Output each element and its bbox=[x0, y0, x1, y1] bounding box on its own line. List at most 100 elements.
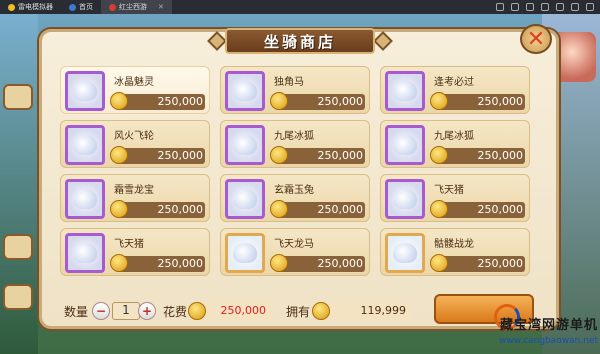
mount-image bbox=[233, 135, 257, 155]
mount-thumbnail bbox=[385, 179, 425, 219]
mount-price: 250,000 bbox=[317, 257, 364, 270]
coin-icon bbox=[270, 146, 288, 164]
coin-icon bbox=[430, 200, 448, 218]
dialog-title-bar: 坐骑商店 bbox=[225, 28, 375, 54]
gift-icon[interactable] bbox=[526, 3, 534, 11]
owned-label: 拥有 bbox=[286, 305, 311, 319]
window-close-icon[interactable] bbox=[586, 3, 594, 11]
mount-card[interactable]: 霜雪龙宝 250,000 bbox=[60, 174, 210, 222]
mount-price: 250,000 bbox=[157, 95, 204, 108]
mount-name: 独角马 bbox=[274, 77, 304, 88]
keyboard-icon[interactable] bbox=[511, 3, 519, 11]
mount-card[interactable]: 骷髅战龙 250,000 bbox=[380, 228, 530, 276]
mount-name: 风火飞轮 bbox=[114, 131, 154, 142]
coin-icon bbox=[430, 146, 448, 164]
mount-card[interactable]: 独角马 250,000 bbox=[220, 66, 370, 114]
cost-label: 花费 bbox=[163, 305, 188, 319]
mount-card[interactable]: 风火飞轮 250,000 bbox=[60, 120, 210, 168]
watermark-url: www.cangbaowan.net bbox=[499, 336, 598, 346]
mount-name: 九尾冰狐 bbox=[434, 131, 474, 142]
left-hud-button[interactable] bbox=[3, 234, 33, 260]
emulator-logo-icon bbox=[8, 3, 15, 11]
tab-home-label: 首页 bbox=[79, 3, 93, 11]
mount-price: 250,000 bbox=[317, 203, 364, 216]
mount-card[interactable]: 飞天猪 250,000 bbox=[380, 174, 530, 222]
mount-name: 骷髅战龙 bbox=[434, 239, 474, 250]
mount-thumbnail bbox=[65, 125, 105, 165]
coin-icon bbox=[110, 92, 128, 110]
coin-icon bbox=[110, 146, 128, 164]
mount-card[interactable]: 冰晶魅灵 250,000 bbox=[60, 66, 210, 114]
emulator-app-tab[interactable]: 雷电模拟器 bbox=[0, 0, 61, 14]
quantity-plus-button[interactable]: + bbox=[138, 302, 156, 320]
mount-card[interactable]: 九尾冰狐 250,000 bbox=[220, 120, 370, 168]
mount-thumbnail bbox=[65, 233, 105, 273]
watermark-text: 藏宝湾网游单机 bbox=[499, 318, 598, 333]
mount-image bbox=[73, 135, 97, 155]
mount-card[interactable]: 飞天龙马 250,000 bbox=[220, 228, 370, 276]
mount-image bbox=[233, 243, 257, 263]
mount-card[interactable]: 逢考必过 250,000 bbox=[380, 66, 530, 114]
coin-icon bbox=[270, 200, 288, 218]
mount-thumbnail bbox=[225, 233, 265, 273]
mount-thumbnail bbox=[225, 125, 265, 165]
mount-name: 冰晶魅灵 bbox=[114, 77, 154, 88]
owned-value-box: 119,999 bbox=[322, 302, 412, 320]
mount-price: 250,000 bbox=[477, 149, 524, 162]
tab-game[interactable]: 红尘西游 ✕ bbox=[101, 0, 172, 14]
minus-icon: − bbox=[95, 304, 107, 318]
dialog-title: 坐骑商店 bbox=[263, 32, 336, 51]
mount-name: 九尾冰狐 bbox=[274, 131, 314, 142]
emulator-controls bbox=[496, 3, 600, 11]
menu-icon[interactable] bbox=[541, 3, 549, 11]
mount-card[interactable]: 玄霜玉兔 250,000 bbox=[220, 174, 370, 222]
gamepad-icon[interactable] bbox=[496, 3, 504, 11]
cost-value: 250,000 bbox=[220, 304, 267, 317]
coin-icon bbox=[430, 254, 448, 272]
close-button[interactable]: ✕ bbox=[520, 24, 552, 54]
coin-icon bbox=[270, 254, 288, 272]
mount-image bbox=[73, 189, 97, 209]
mount-card[interactable]: 飞天猪 250,000 bbox=[60, 228, 210, 276]
mount-price: 250,000 bbox=[477, 257, 524, 270]
mount-thumbnail bbox=[65, 71, 105, 111]
mount-price: 250,000 bbox=[317, 149, 364, 162]
left-hud-button[interactable] bbox=[3, 84, 33, 110]
mount-image bbox=[73, 81, 97, 101]
coin-icon bbox=[430, 92, 448, 110]
mount-grid: 冰晶魅灵 250,000 独角马 250,000 逢考必过 250,000 风火飞轮 250,… bbox=[60, 66, 534, 292]
mount-thumbnail bbox=[225, 71, 265, 111]
mount-thumbnail bbox=[385, 233, 425, 273]
cost-value-box: 250,000 bbox=[200, 302, 272, 320]
mount-name: 霜雪龙宝 bbox=[114, 185, 154, 196]
coin-icon bbox=[312, 302, 330, 320]
mount-image bbox=[73, 243, 97, 263]
watermark: 藏宝湾网游单机 www.cangbaowan.net bbox=[490, 300, 600, 354]
emulator-app-title: 雷电模拟器 bbox=[18, 3, 53, 11]
coin-icon bbox=[188, 302, 206, 320]
mount-price: 250,000 bbox=[157, 257, 204, 270]
quantity-minus-button[interactable]: − bbox=[92, 302, 110, 320]
emulator-titlebar: 雷电模拟器 首页 红尘西游 ✕ bbox=[0, 0, 600, 14]
maximize-icon[interactable] bbox=[571, 3, 579, 11]
coin-icon bbox=[110, 200, 128, 218]
tab-close-icon[interactable]: ✕ bbox=[158, 3, 164, 11]
mount-thumbnail bbox=[385, 125, 425, 165]
mount-name: 飞天猪 bbox=[114, 239, 144, 250]
mount-price: 250,000 bbox=[477, 203, 524, 216]
tab-game-label: 红尘西游 bbox=[119, 3, 147, 11]
left-hud-button[interactable] bbox=[3, 284, 33, 310]
mount-name: 飞天龙马 bbox=[274, 239, 314, 250]
tab-home[interactable]: 首页 bbox=[61, 0, 101, 14]
mount-price: 250,000 bbox=[157, 149, 204, 162]
mount-price: 250,000 bbox=[317, 95, 364, 108]
mount-card[interactable]: 九尾冰狐 250,000 bbox=[380, 120, 530, 168]
minimize-icon[interactable] bbox=[556, 3, 564, 11]
mount-price: 250,000 bbox=[157, 203, 204, 216]
mount-thumbnail bbox=[65, 179, 105, 219]
mount-image bbox=[233, 81, 257, 101]
quantity-field[interactable]: 1 bbox=[112, 302, 140, 320]
mount-name: 玄霜玉兔 bbox=[274, 185, 314, 196]
coin-icon bbox=[110, 254, 128, 272]
home-icon bbox=[69, 3, 76, 11]
